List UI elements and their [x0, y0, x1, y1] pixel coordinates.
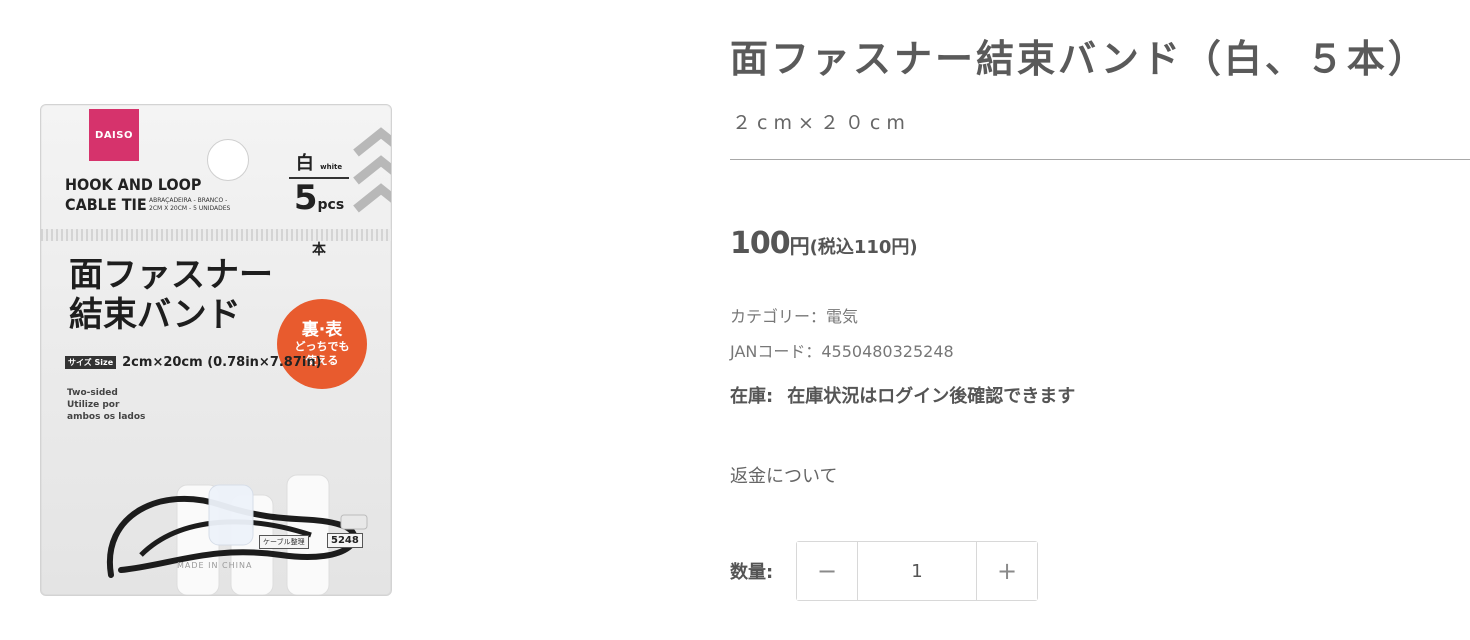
brand-logo: DAISO: [89, 109, 139, 161]
stock-value: 在庫状況はログイン後確認できます: [787, 386, 1076, 407]
price-tax-included: (税込110円): [809, 237, 918, 258]
package-category-tag: ケーブル整理: [259, 535, 309, 549]
package-seal: [41, 229, 391, 241]
color-label-en: white: [320, 163, 343, 171]
refund-link[interactable]: 返金について: [730, 462, 837, 488]
product-category: カテゴリー：電気: [730, 307, 859, 326]
price-amount: 100: [730, 226, 791, 261]
plus-icon: +: [996, 557, 1018, 585]
count-unit: 本: [312, 242, 326, 258]
product-image[interactable]: DAISO HOOK AND LOOP CABLE TIE ABRAÇADEIR…: [40, 104, 392, 596]
product-jan-code: JANコード：4550480325248: [730, 342, 954, 361]
package-japanese-title: 面ファスナー 結束バンド: [69, 255, 273, 335]
quantity-label: 数量:: [730, 562, 774, 583]
stock-label: 在庫:: [730, 386, 774, 407]
count-group: 5pcs 本: [289, 179, 349, 269]
product-info: 面ファスナー結束バンド（白、５本） ２cm×２０cm 100円(税込110円) …: [730, 0, 1470, 640]
product-price: 100円(税込110円): [730, 226, 918, 261]
count-value: 5: [293, 178, 318, 218]
chevron-decoration-icon: [353, 127, 391, 213]
product-size: ２cm×２０cm: [732, 112, 911, 134]
minus-icon: −: [816, 557, 838, 585]
price-unit: 円: [789, 234, 810, 258]
quantity-row: 数量: − +: [730, 541, 1038, 601]
divider: [730, 159, 1470, 160]
badge-line1: 裏·表: [301, 320, 343, 340]
product-image-area: DAISO HOOK AND LOOP CABLE TIE ABRAÇADEIR…: [0, 0, 690, 640]
color-label-group: 白 white: [289, 149, 349, 179]
color-label: 白: [295, 153, 314, 174]
quantity-increment-button[interactable]: +: [977, 542, 1037, 600]
product-title: 面ファスナー結束バンド（白、５本）: [730, 37, 1429, 81]
quantity-stepper: − +: [796, 541, 1038, 601]
count-unit-en: pcs: [317, 197, 345, 213]
package-color-count: 白 white 5pcs 本: [289, 149, 349, 258]
package-small-text: ABRAÇADEIRA - BRANCO - 2CM X 20CM - 5 UN…: [149, 197, 231, 212]
stock-status: 在庫: 在庫状況はログイン後確認できます: [730, 382, 1075, 408]
quantity-input[interactable]: [857, 542, 977, 600]
package-category-number: 5248: [327, 533, 363, 548]
hang-hole: [207, 139, 249, 181]
quantity-decrement-button[interactable]: −: [797, 542, 857, 600]
package-origin: MADE IN CHINA: [177, 561, 253, 570]
